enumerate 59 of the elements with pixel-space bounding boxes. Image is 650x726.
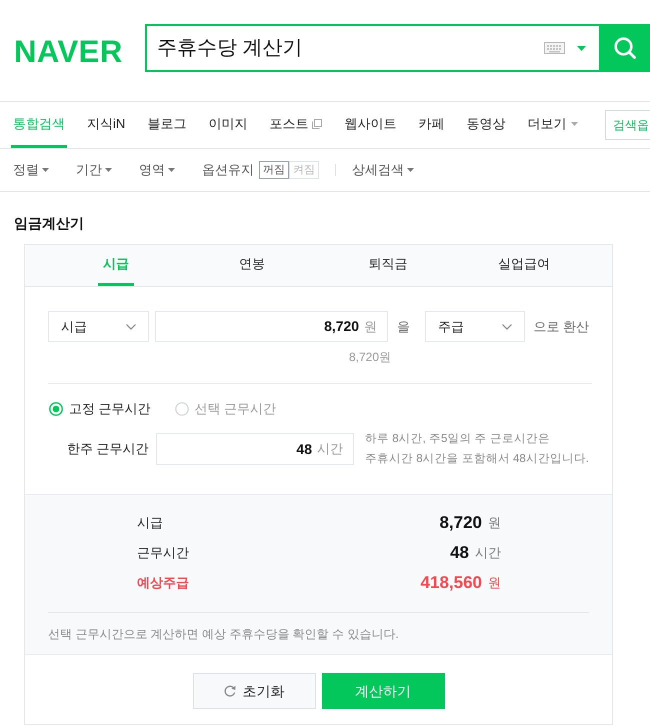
keyboard-icon[interactable] [544, 42, 565, 54]
unit-label: 원 [364, 318, 378, 336]
nav-tab[interactable]: 블로그 [145, 102, 188, 148]
calculator-tab[interactable]: 연봉 [234, 245, 270, 286]
toggle-option[interactable]: 꺼짐 [259, 161, 289, 179]
caret-icon [407, 168, 414, 172]
particle-label: 을 [397, 318, 410, 336]
amount-value: 8,720 [324, 317, 360, 336]
filter-dropdown[interactable]: 영역 [139, 160, 175, 180]
hours-value: 48 [296, 440, 312, 458]
chevron-icon [502, 324, 512, 330]
unit-label: 시간 [317, 440, 343, 458]
calculator-tab[interactable]: 실업급여 [493, 245, 555, 286]
caret-icon [571, 122, 578, 126]
filter-dropdown[interactable]: 기간 [76, 160, 112, 180]
radio-icon[interactable] [174, 402, 189, 416]
nav-tab[interactable]: 지식iN [85, 102, 128, 148]
option-keep-label: 옵션유지 [202, 161, 254, 180]
nav-tab[interactable]: 더보기 [525, 102, 580, 148]
radio-option[interactable]: 고정 근무시간 [49, 399, 151, 419]
search-icon [614, 37, 636, 59]
select-dropdown[interactable]: 주급 [425, 311, 526, 342]
unit-label: 시간 [475, 544, 501, 562]
hours-description: 하루 8시간, 주5일의 주 근로시간은 주휴시간 8시간을 포함해서 48시간입니다. [365, 432, 589, 467]
nav-tab[interactable]: 웹사이트 [342, 102, 398, 148]
result-label: 시급 [137, 514, 163, 532]
select-dropdown[interactable]: 시급 [48, 311, 150, 342]
amount-hint: 8,720원 [348, 349, 391, 365]
caret-icon [42, 168, 49, 172]
result-value: 418,560 [420, 572, 482, 594]
refresh-icon [224, 685, 236, 697]
section-title: 임금계산기 [14, 214, 84, 233]
filter-dropdown[interactable]: 상세검색 [352, 160, 414, 180]
chevron-icon [126, 324, 136, 330]
reset-button[interactable]: 초기화 [192, 673, 316, 709]
unit-label: 원 [488, 574, 501, 592]
nav-tab[interactable]: 카페 [416, 102, 446, 148]
nav-tab[interactable]: 동영상 [464, 102, 508, 148]
note-text: 선택 근무시간으로 계산하면 예상 주휴수당을 확인할 수 있습니다. [48, 626, 399, 642]
radio-icon[interactable] [49, 402, 63, 416]
filter-dropdown[interactable]: 정렬 [13, 160, 49, 180]
hours-field[interactable]: 48 시간 [156, 433, 354, 465]
search-field[interactable]: 주휴수당 계산기 [145, 24, 599, 72]
search-button[interactable] [599, 24, 650, 72]
conversion-label: 으로 환산 [533, 318, 589, 336]
caret-icon [105, 168, 112, 172]
result-value: 48 [450, 542, 469, 564]
amount-field[interactable]: 8,720 원 [155, 311, 388, 342]
caret-icon[interactable] [577, 46, 586, 50]
window-icon [312, 118, 322, 128]
nav-tab[interactable]: 이미지 [206, 102, 250, 148]
caret-icon [168, 168, 175, 172]
nav-tab[interactable]: 포스트 [267, 102, 324, 148]
unit-label: 원 [488, 514, 501, 532]
hours-label: 한주 근무시간 [67, 441, 149, 456]
result-label: 근무시간 [137, 544, 189, 562]
result-value: 8,720 [439, 512, 482, 534]
result-label: 예상주급 [137, 574, 189, 592]
calculator-tab[interactable]: 퇴직금 [364, 245, 412, 286]
